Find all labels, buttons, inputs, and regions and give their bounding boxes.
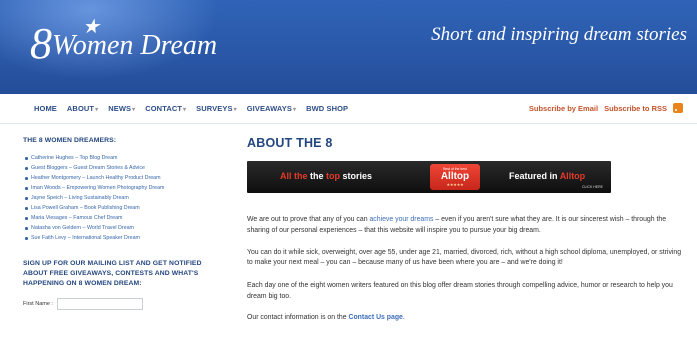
contact-us-link[interactable]: Contact Us page (349, 314, 403, 321)
subscribe-email-link[interactable]: Subscribe by Email (529, 104, 598, 113)
first-name-label: First Name : (23, 301, 53, 307)
click-here-label: CLICK HERE (581, 185, 603, 189)
logo-digit: 8 (30, 19, 52, 68)
nav-item-news[interactable]: NEWS▾ (108, 104, 135, 113)
chevron-down-icon: ▾ (183, 107, 187, 113)
nav-item-surveys[interactable]: SURVEYS▾ (196, 104, 237, 113)
chevron-down-icon: ▾ (132, 107, 136, 113)
dreamer-link[interactable]: Sue Faith Levy – International Speaker D… (23, 233, 223, 243)
site-tagline: Short and inspiring dream stories (431, 24, 687, 45)
contact-paragraph: Our contact information is on the Contac… (247, 313, 405, 321)
dreamer-link[interactable]: Maria Viesages – Famous Chef Dream (23, 213, 223, 223)
logo-text: Women Dream (52, 30, 218, 61)
page-title: ABOUT THE 8 (247, 136, 333, 150)
second-paragraph: You can do it while sick, overweight, ov… (247, 248, 682, 267)
dreamer-link[interactable]: Jayne Speich – Living Sustainably Dream (23, 193, 223, 203)
nav-item-home[interactable]: HOME (34, 104, 57, 113)
dreamer-link[interactable]: Natasha von Geldern – World Travel Dream (23, 223, 223, 233)
alltop-badge: Best of the best Alltop ★★★★★ (430, 164, 480, 190)
rss-icon[interactable] (673, 103, 683, 113)
main-content: ABOUT THE 8 All the the top stories Best… (247, 136, 687, 324)
star-icon: ★ (82, 16, 100, 38)
main-nav: HOME ABOUT▾ NEWS▾ CONTACT▾ SURVEYS▾ GIVE… (0, 94, 697, 124)
site-logo[interactable]: ★ 8Women Dream (30, 16, 218, 68)
subscribe-rss-link[interactable]: Subscribe to RSS (604, 104, 667, 113)
sidebar: THE 8 WOMEN DREAMERS: Catherine Hughes –… (23, 136, 223, 310)
dreamer-link[interactable]: Heather Montgomery – Launch Healthy Prod… (23, 173, 223, 183)
site-header: ★ 8Women Dream Short and inspiring dream… (0, 0, 697, 94)
dreamers-list: Catherine Hughes – Top Blog Dream Guest … (23, 153, 223, 243)
chevron-down-icon: ▾ (292, 107, 297, 113)
banner-text-left: All the the top stories (280, 171, 373, 181)
chevron-down-icon: ▾ (233, 107, 237, 113)
dreamer-link[interactable]: Lisa Powell Graham – Book Publishing Dre… (23, 203, 223, 213)
first-name-row: First Name : (23, 298, 223, 310)
first-name-field[interactable] (56, 298, 143, 310)
mailing-list-heading: SIGN UP FOR OUR MAILING LIST AND GET NOT… (23, 260, 202, 287)
dreamer-link[interactable]: Guest Bloggers – Guest Dream Stories & A… (23, 163, 223, 173)
dreamers-heading: THE 8 WOMEN DREAMERS: (23, 137, 117, 144)
achieve-dreams-link[interactable]: achieve your dreams (369, 216, 433, 223)
chevron-down-icon: ▾ (95, 107, 99, 113)
third-paragraph: Each day one of the eight women writers … (247, 282, 673, 300)
nav-item-about[interactable]: ABOUT▾ (67, 104, 98, 113)
banner-text-right: Featured in Alltop (509, 171, 586, 181)
dreamer-link[interactable]: Catherine Hughes – Top Blog Dream (23, 153, 223, 163)
alltop-banner[interactable]: All the the top stories Best of the best… (247, 161, 611, 193)
nav-item-contact[interactable]: CONTACT▾ (145, 104, 186, 113)
dreamer-link[interactable]: Iman Woods – Empowering Women Photograph… (23, 183, 223, 193)
nav-item-giveaways[interactable]: GIVEAWAYS▾ (247, 104, 296, 113)
intro-paragraph: We are out to prove that any of you can … (247, 216, 667, 234)
nav-item-bwd-shop[interactable]: BWD SHOP (306, 104, 348, 113)
